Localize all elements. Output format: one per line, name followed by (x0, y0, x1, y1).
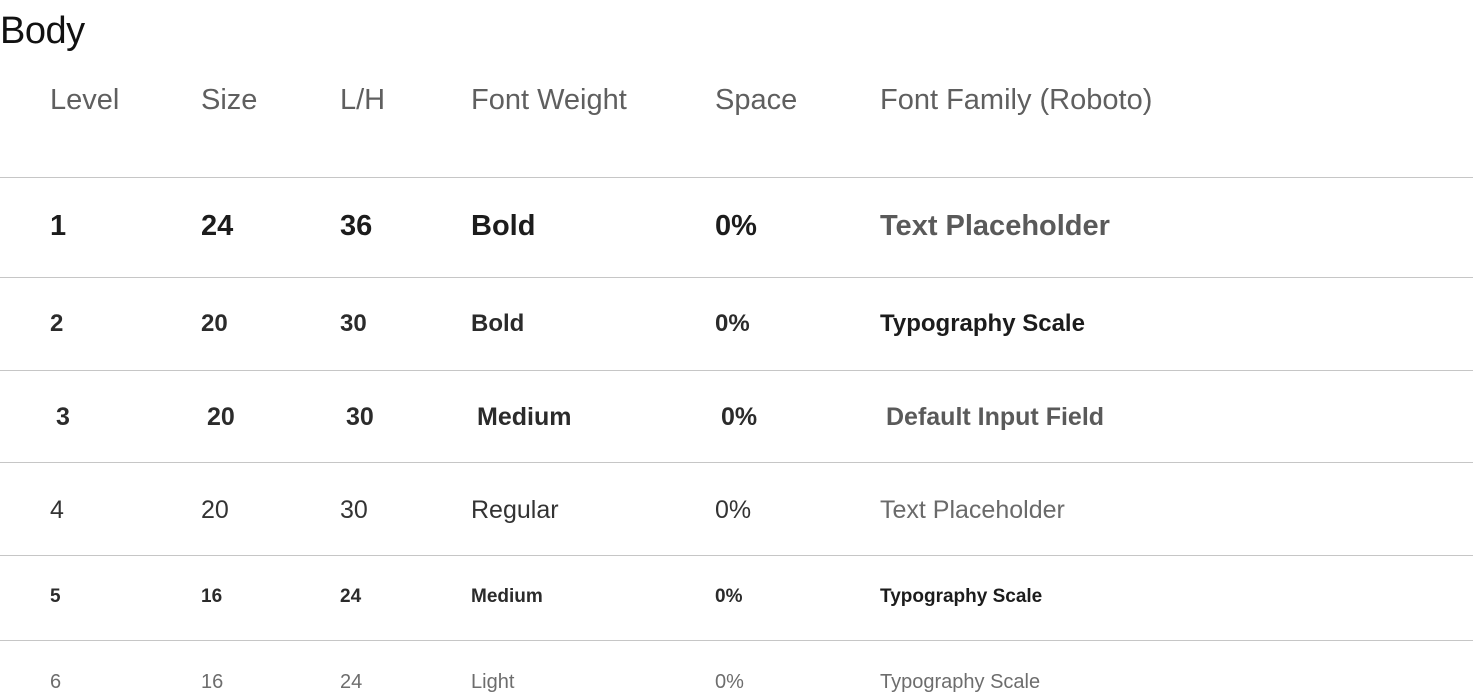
header-level: Level (50, 84, 120, 116)
cell-sample-text: Default Input Field (886, 403, 1105, 431)
cell-size: 16 (201, 586, 223, 607)
cell-size: 20 (201, 310, 228, 337)
header-size: Size (201, 84, 258, 116)
cell-font-weight: Bold (471, 210, 536, 242)
cell-sample-text: Text Placeholder (880, 496, 1065, 524)
cell-line-height: 36 (340, 210, 373, 242)
page-title: Body (0, 10, 85, 52)
cell-space: 0% (715, 210, 757, 242)
cell-space: 0% (715, 671, 744, 693)
cell-size: 16 (201, 671, 224, 693)
cell-level: 6 (50, 671, 62, 693)
header-font-family: Font Family (Roboto) (880, 84, 1153, 116)
cell-space: 0% (721, 403, 758, 431)
cell-font-weight: Regular (471, 496, 559, 524)
row-divider (0, 462, 1473, 463)
cell-level: 1 (50, 210, 67, 242)
cell-sample-text: Typography Scale (880, 586, 1043, 607)
table-header: Level Size L/H Font Weight Space Font Fa… (0, 84, 1473, 120)
cell-font-weight: Bold (471, 310, 525, 337)
row-divider (0, 640, 1473, 641)
header-space: Space (715, 84, 798, 116)
cell-level: 4 (50, 496, 64, 524)
row-divider (0, 177, 1473, 178)
cell-space: 0% (715, 310, 750, 337)
cell-size: 20 (201, 496, 229, 524)
cell-sample-text: Text Placeholder (880, 210, 1110, 242)
cell-line-height: 24 (340, 586, 362, 607)
row-divider (0, 370, 1473, 371)
cell-size: 24 (201, 210, 234, 242)
cell-line-height: 30 (340, 310, 367, 337)
header-line-height: L/H (340, 84, 386, 116)
header-font-weight: Font Weight (471, 84, 627, 116)
cell-font-weight: Medium (477, 403, 572, 431)
row-divider (0, 277, 1473, 278)
cell-line-height: 30 (340, 496, 368, 524)
cell-size: 20 (207, 403, 235, 431)
row-divider (0, 555, 1473, 556)
cell-font-weight: Medium (471, 586, 543, 607)
cell-level: 3 (56, 403, 70, 431)
cell-space: 0% (715, 496, 752, 524)
cell-line-height: 24 (340, 671, 363, 693)
cell-level: 5 (50, 586, 61, 607)
cell-level: 2 (50, 310, 64, 337)
cell-sample-text: Typography Scale (880, 671, 1041, 693)
cell-space: 0% (715, 586, 743, 607)
cell-sample-text: Typography Scale (880, 310, 1085, 337)
cell-font-weight: Light (471, 671, 515, 693)
cell-line-height: 30 (346, 403, 374, 431)
